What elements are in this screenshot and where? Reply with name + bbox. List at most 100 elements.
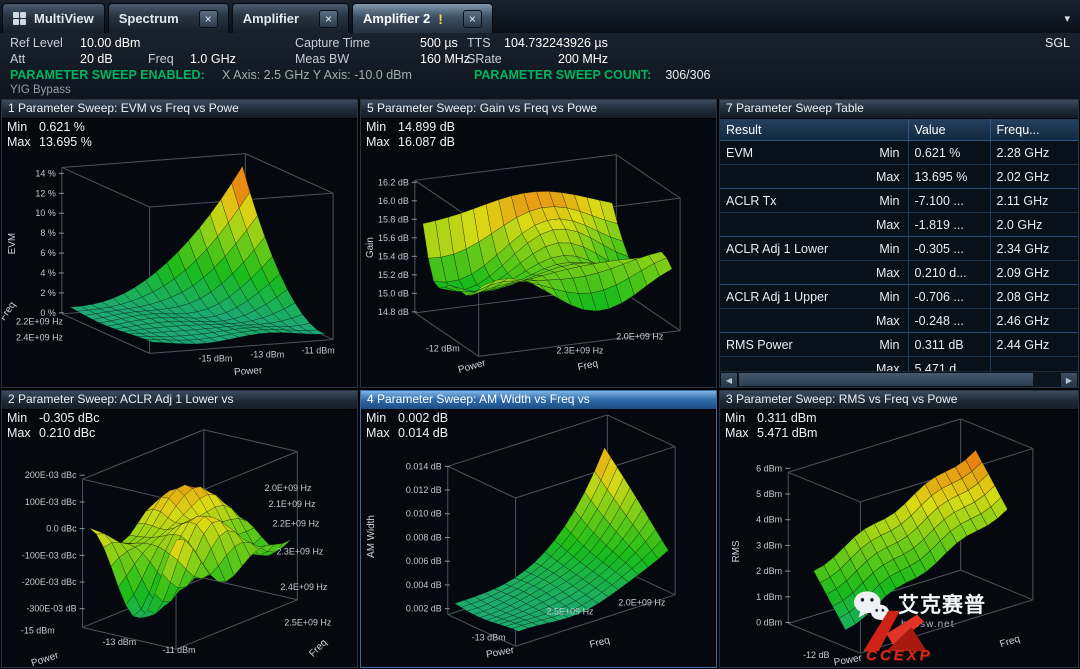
- svg-text:Power: Power: [485, 645, 515, 661]
- svg-text:-15 dBm: -15 dBm: [21, 625, 55, 635]
- table-row: Max0.210 d...2.09 GHz: [720, 261, 1078, 285]
- att-value[interactable]: 20 dB: [80, 52, 148, 66]
- status-row-1: Ref Level 10.00 dBm Capture Time 500 µs …: [10, 35, 1070, 51]
- panel-evm-title[interactable]: 1 Parameter Sweep: EVM vs Freq vs Powe: [2, 100, 357, 119]
- panel-am-width-minmax: Min0.002 dB Max0.014 dB: [366, 411, 448, 441]
- svg-text:Power: Power: [457, 357, 488, 375]
- tts-label: TTS: [467, 36, 504, 50]
- panel-gain-title[interactable]: 5 Parameter Sweep: Gain vs Freq vs Powe: [361, 100, 716, 119]
- svg-text:EVM: EVM: [7, 233, 18, 254]
- svg-text:0.010 dB: 0.010 dB: [406, 509, 442, 519]
- freq-label: Freq: [148, 52, 190, 66]
- sweep-axes-value: X Axis: 2.5 GHz Y Axis: -10.0 dBm: [222, 68, 474, 82]
- table-row: Max-0.248 ...2.46 GHz: [720, 309, 1078, 333]
- panel-aclr: 2 Parameter Sweep: ACLR Adj 1 Lower vs M…: [1, 390, 358, 668]
- svg-text:2.0E+09 Hz: 2.0E+09 Hz: [616, 332, 664, 342]
- tts-value: 104.732243926 µs: [504, 36, 608, 50]
- svg-text:-11 dBm: -11 dBm: [302, 345, 335, 355]
- panel-aclr-minmax: Min-0.305 dBc Max0.210 dBc: [7, 411, 99, 441]
- svg-text:2.3E+09 Hz: 2.3E+09 Hz: [276, 546, 323, 556]
- sweep-count-value: 306/306: [665, 68, 710, 82]
- svg-text:16.0 dB: 16.0 dB: [378, 196, 409, 206]
- svg-text:0.002 dB: 0.002 dB: [406, 604, 442, 614]
- svg-text:0 dBm: 0 dBm: [756, 618, 782, 628]
- sweep-enabled-label: PARAMETER SWEEP ENABLED:: [10, 68, 222, 82]
- panel-sweep-table: 7 Parameter Sweep Table Result Value Fre…: [719, 99, 1079, 388]
- ref-level-value[interactable]: 10.00 dBm: [80, 36, 295, 50]
- svg-text:0.004 dB: 0.004 dB: [406, 580, 442, 590]
- svg-text:15.6 dB: 15.6 dB: [378, 233, 409, 243]
- svg-text:Gain: Gain: [365, 237, 376, 258]
- svg-text:15.4 dB: 15.4 dB: [378, 251, 409, 261]
- svg-text:Power: Power: [234, 365, 264, 378]
- tab-multiview[interactable]: MultiView: [2, 3, 105, 33]
- svg-text:RMS: RMS: [731, 540, 742, 562]
- table-row: Max13.695 %2.02 GHz: [720, 165, 1078, 189]
- capture-time-value[interactable]: 500 µs: [420, 36, 467, 50]
- svg-text:-13 dBm: -13 dBm: [102, 637, 136, 647]
- freq-value[interactable]: 1.0 G­Hz: [190, 52, 295, 66]
- panel-sweep-table-body: Result Value Frequ... EVMMin0.621 %2.28 …: [720, 119, 1078, 387]
- tab-spectrum[interactable]: Spectrum ×: [108, 3, 229, 33]
- col-value: Value: [908, 119, 990, 141]
- svg-text:100E-03 dBc: 100E-03 dBc: [25, 497, 77, 507]
- svg-text:16.2 dB: 16.2 dB: [378, 177, 409, 187]
- svg-text:4 %: 4 %: [40, 268, 56, 278]
- svg-text:1 dBm: 1 dBm: [756, 592, 782, 602]
- scroll-thumb[interactable]: [738, 372, 1034, 387]
- svg-text:10 %: 10 %: [35, 208, 55, 218]
- svg-text:0.012 dB: 0.012 dB: [406, 485, 442, 495]
- svg-text:-100E-03 dBc: -100E-03 dBc: [22, 550, 77, 560]
- svg-text:14 %: 14 %: [35, 168, 55, 178]
- svg-text:-15 dBm: -15 dBm: [198, 353, 232, 363]
- panel-aclr-title[interactable]: 2 Parameter Sweep: ACLR Adj 1 Lower vs: [2, 391, 357, 410]
- srate-value[interactable]: 200 MHz: [558, 52, 608, 66]
- panel-am-width-body: Min0.002 dB Max0.014 dB 0.014 dB0.012 dB…: [361, 410, 716, 667]
- svg-text:8 %: 8 %: [40, 228, 56, 238]
- tab-amplifier-2-label: Amplifier 2: [363, 11, 430, 26]
- svg-text:2 %: 2 %: [40, 288, 56, 298]
- panel-sweep-table-title[interactable]: 7 Parameter Sweep Table: [720, 100, 1078, 119]
- panel-evm-minmax: Min0.621 % Max13.695 %: [7, 120, 92, 150]
- table-row: ACLR Adj 1 UpperMin-0.706 ...2.08 GHz: [720, 285, 1078, 309]
- am-width-surface-plot[interactable]: 0.014 dB0.012 dB0.010 dB0.008 dB0.006 dB…: [361, 410, 716, 667]
- scroll-right-icon[interactable]: ▶: [1060, 372, 1078, 387]
- gain-surface-plot[interactable]: 16.2 dB16.0 dB15.8 dB15.6 dB15.4 dB15.2 …: [361, 119, 716, 387]
- svg-text:2.2E+09 Hz: 2.2E+09 Hz: [272, 519, 319, 529]
- svg-text:0.006 dB: 0.006 dB: [406, 556, 442, 566]
- svg-text:-11 dBm: -11 dBm: [162, 645, 195, 655]
- tab-spectrum-close-icon[interactable]: ×: [199, 10, 218, 28]
- svg-text:0.008 dB: 0.008 dB: [406, 533, 442, 543]
- svg-text:Freq: Freq: [307, 637, 329, 659]
- panel-evm-body: Min0.621 % Max13.695 % 14 %12 %10 %8 %6 …: [2, 119, 357, 387]
- table-header-row: Result Value Frequ...: [720, 119, 1078, 141]
- aclr-surface-plot[interactable]: 200E-03 dBc100E-03 dBc0.0 dBc-100E-03 dB…: [2, 410, 357, 667]
- panel-am-width-title[interactable]: 4 Parameter Sweep: AM Width vs Freq vs: [361, 391, 716, 410]
- svg-text:-300E-03 dB: -300E-03 dB: [26, 604, 76, 614]
- tab-amplifier[interactable]: Amplifier ×: [232, 3, 349, 33]
- evm-surface-plot[interactable]: 14 %12 %10 %8 %6 %4 %2 %0 %-15 dBm-13 dB…: [2, 119, 357, 387]
- sweep-table-scrollbar: ◀ ▶: [720, 371, 1078, 387]
- warning-icon: !: [438, 11, 443, 27]
- tab-overflow-dropdown-icon[interactable]: ▾: [1064, 12, 1074, 33]
- sgl-indicator: SGL: [1045, 36, 1070, 50]
- svg-text:2.1E+09 Hz: 2.1E+09 Hz: [268, 499, 315, 509]
- svg-text:-13 dBm: -13 dBm: [250, 349, 284, 359]
- scroll-left-icon[interactable]: ◀: [720, 372, 738, 387]
- panel-gain-body: Min14.899 dB Max16.087 dB 16.2 dB16.0 dB…: [361, 119, 716, 387]
- meas-bw-value[interactable]: 160 MHz: [420, 52, 467, 66]
- multiview-grid-icon: [13, 12, 26, 25]
- table-row: ACLR Adj 1 LowerMin-0.305 ...2.34 GHz: [720, 237, 1078, 261]
- panel-rms-title[interactable]: 3 Parameter Sweep: RMS vs Freq vs Powe: [720, 391, 1078, 410]
- svg-text:3 dBm: 3 dBm: [756, 540, 782, 550]
- svg-text:15.8 dB: 15.8 dB: [378, 214, 409, 224]
- tab-amplifier-2[interactable]: Amplifier 2 ! ×: [352, 3, 493, 33]
- tab-amplifier-2-close-icon[interactable]: ×: [463, 10, 482, 28]
- status-row-sweep: PARAMETER SWEEP ENABLED: X Axis: 2.5 GHz…: [10, 67, 1070, 83]
- meas-bw-label: Meas BW: [295, 52, 420, 66]
- svg-text:Freq: Freq: [588, 635, 611, 651]
- watermark: 艾克赛普 hncsw.net CCEXP: [844, 583, 1074, 669]
- svg-text:6 %: 6 %: [40, 248, 56, 258]
- col-frequency: Frequ...: [990, 119, 1078, 141]
- tab-amplifier-close-icon[interactable]: ×: [319, 10, 338, 28]
